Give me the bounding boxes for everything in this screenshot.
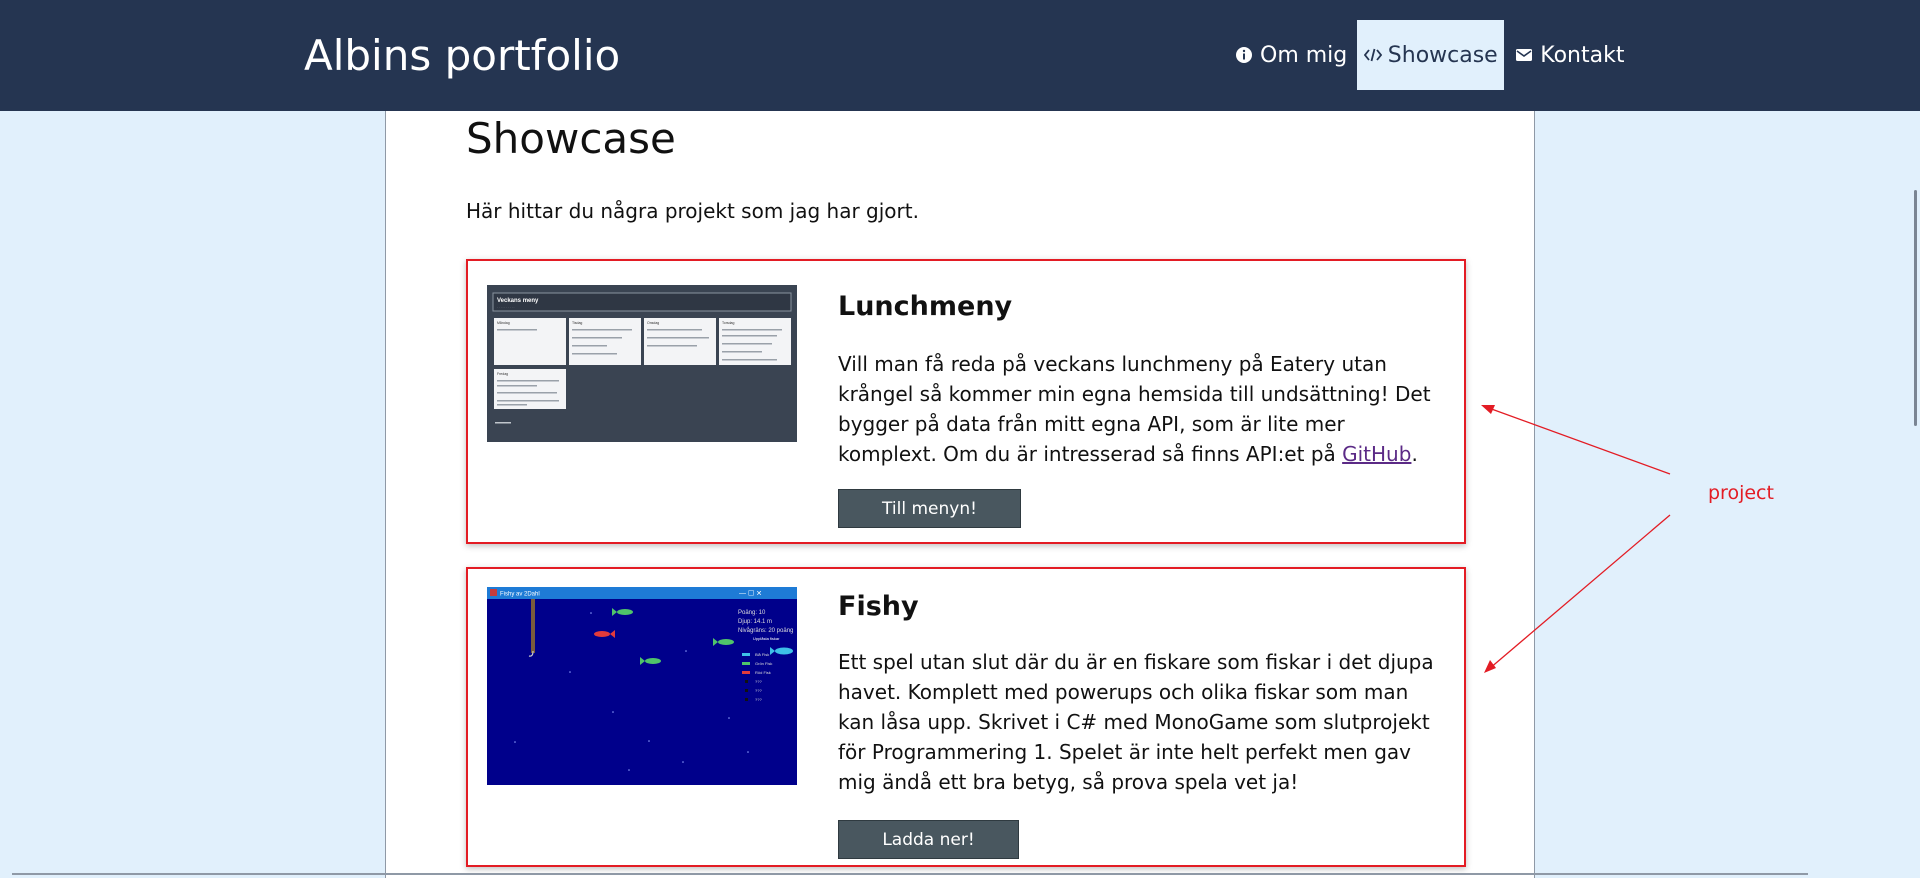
thumb-fish-item: Grön Fisk — [755, 661, 772, 666]
project-thumbnail: Fishy av 2Dahl — ☐ ✕ Poäng: 10 Djup: 14.… — [487, 587, 797, 785]
till-menyn-button[interactable]: Till menyn! — [838, 489, 1021, 528]
page-title: Showcase — [466, 114, 676, 163]
thumb-depth: Djup: 14.1 m — [738, 619, 772, 625]
ladda-ner-button[interactable]: Ladda ner! — [838, 820, 1019, 859]
project-description: Ett spel utan slut där du är en fiskare … — [838, 650, 1434, 794]
thumb-day: Onsdag — [647, 321, 659, 325]
thumb-day: Torsdag — [722, 321, 735, 325]
project-description-end: . — [1411, 442, 1418, 466]
thumb-day: Fredag — [497, 372, 508, 376]
nav-item-label: Kontakt — [1540, 42, 1625, 68]
site-header: Albins portfolio Om mig Showcase Kontakt — [0, 0, 1920, 111]
thumb-fish-item: Blå Fisk — [755, 652, 769, 657]
svg-text:— ☐ ✕: — ☐ ✕ — [739, 590, 762, 598]
nav-item-label: Showcase — [1387, 42, 1498, 68]
info-icon — [1234, 45, 1254, 65]
nav-item-om-mig[interactable]: Om mig — [1224, 20, 1357, 90]
project-description: Vill man få reda på veckans lunchmeny på… — [838, 349, 1448, 469]
nav-item-kontakt[interactable]: Kontakt — [1504, 20, 1634, 90]
vertical-scrollbar[interactable] — [1914, 190, 1917, 426]
project-title: Lunchmeny — [838, 291, 1013, 322]
project-title: Fishy — [838, 591, 919, 622]
intro-text: Här hittar du några projekt som jag har … — [466, 199, 919, 223]
thumb-day: Måndag — [497, 321, 510, 325]
github-link[interactable]: GitHub — [1342, 442, 1411, 466]
lunchmeny-screenshot: Veckans meny · · · · · · · · · · Måndag … — [487, 285, 797, 442]
annotation-label: project — [1708, 482, 1774, 504]
thumb-level: Nivågräns: 20 poäng — [738, 627, 793, 634]
svg-text:· · · · · · · · · ·: · · · · · · · · · · — [497, 305, 515, 309]
thumb-score: Poäng: 10 — [738, 610, 766, 616]
project-card-lunchmeny: Veckans meny · · · · · · · · · · Måndag … — [466, 259, 1466, 544]
project-thumbnail: Veckans meny · · · · · · · · · · Måndag … — [487, 285, 797, 442]
thumb-title: Veckans meny — [497, 298, 539, 304]
fishy-screenshot: Fishy av 2Dahl — ☐ ✕ Poäng: 10 Djup: 14.… — [487, 587, 797, 785]
code-icon — [1363, 45, 1382, 65]
thumb-fish-list-title: Upplåsta fiskar — [753, 636, 780, 641]
main-content: Showcase Här hittar du några projekt som… — [385, 111, 1535, 878]
thumb-fish-item: ??? — [755, 697, 762, 702]
thumb-fish-item: ??? — [755, 679, 762, 684]
nav-item-label: Om mig — [1260, 42, 1348, 68]
thumb-window-title: Fishy av 2Dahl — [500, 592, 540, 598]
mail-icon — [1514, 45, 1534, 65]
thumb-fish-item: Röd Fisk — [755, 670, 771, 675]
main-nav: Om mig Showcase Kontakt — [1224, 20, 1634, 90]
thumb-day: Tisdag — [572, 321, 582, 325]
nav-item-showcase[interactable]: Showcase — [1357, 20, 1505, 90]
horizontal-scrollbar[interactable] — [12, 873, 1808, 875]
project-card-fishy: Fishy av 2Dahl — ☐ ✕ Poäng: 10 Djup: 14.… — [466, 567, 1466, 867]
site-title[interactable]: Albins portfolio — [304, 28, 620, 84]
thumb-fish-item: ??? — [755, 688, 762, 693]
